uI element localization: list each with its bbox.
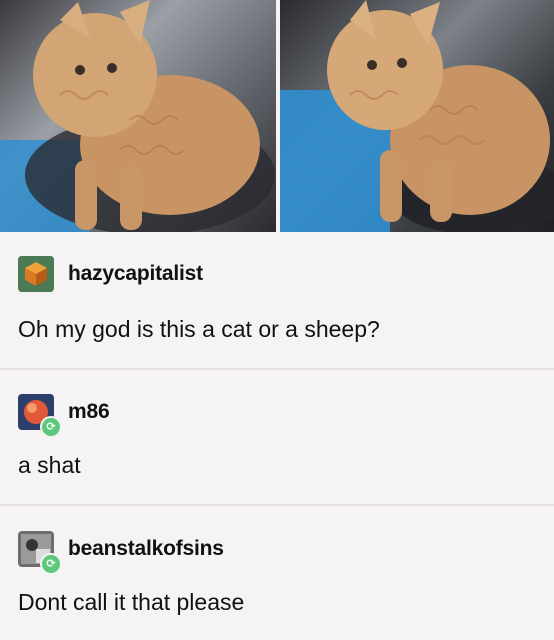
comment-header: ⟳ beanstalkofsins bbox=[18, 531, 224, 575]
username[interactable]: hazycapitalist bbox=[68, 262, 203, 286]
comment-header: hazycapitalist bbox=[18, 256, 203, 292]
comment-text: Dont call it that please bbox=[18, 589, 245, 615]
planet-avatar-icon[interactable]: ⟳ bbox=[18, 394, 62, 438]
comment-text: Oh my god is this a cat or a sheep? bbox=[18, 316, 380, 342]
kitten-photo-right[interactable] bbox=[280, 0, 554, 232]
tumblr-post: hazycapitalist Oh my god is this a cat o… bbox=[0, 0, 554, 640]
reblog-icon: ⟳ bbox=[40, 416, 62, 438]
username[interactable]: beanstalkofsins bbox=[68, 537, 224, 561]
reblog-comment: ⟳ m86 a shat bbox=[0, 370, 554, 504]
curly-kitten-icon bbox=[280, 0, 554, 232]
username[interactable]: m86 bbox=[68, 400, 110, 424]
cube-avatar-icon[interactable] bbox=[18, 256, 54, 292]
reblog-icon: ⟳ bbox=[40, 553, 62, 575]
reblog-comment: hazycapitalist Oh my god is this a cat o… bbox=[0, 232, 554, 368]
photo-avatar-icon[interactable]: ⟳ bbox=[18, 531, 62, 575]
comment-text: a shat bbox=[18, 452, 81, 478]
photo-set bbox=[0, 0, 554, 232]
comment-header: ⟳ m86 bbox=[18, 394, 110, 438]
curly-kitten-icon bbox=[0, 0, 275, 232]
reblog-comment: ⟳ beanstalkofsins Dont call it that plea… bbox=[0, 506, 554, 640]
kitten-photo-left[interactable] bbox=[0, 0, 276, 232]
